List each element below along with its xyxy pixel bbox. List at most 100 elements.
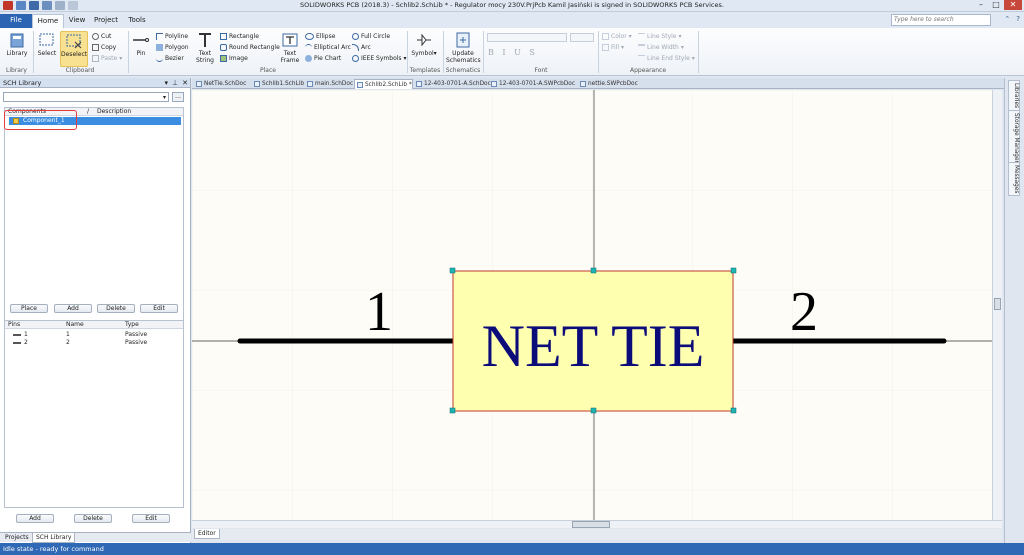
polygon-button[interactable]: Polygon [156,43,189,52]
doc-tab[interactable]: 12-403-0701-A.SWPcbDoc [489,79,575,89]
full-circle-button[interactable]: Full Circle [352,32,390,41]
minimize-icon[interactable]: – [974,0,988,10]
doc-tab[interactable]: nettie.SWPcbDoc [578,79,638,89]
arc-button[interactable]: Arc [352,43,371,52]
window-title: SOLIDWORKS PCB (2018.3) - Schlib2.SchLib… [300,1,724,9]
collapse-ribbon-icon[interactable]: ⌃ [1004,15,1010,23]
line-width-button[interactable]: Line Width ▾ [638,43,684,52]
file-tab[interactable]: File [0,14,32,28]
add-component-button[interactable]: Add [54,304,92,313]
pin-panel-icon[interactable]: ⊥ [172,78,178,88]
library-button[interactable]: Library [4,31,30,67]
line-end-style-button[interactable]: Line End Style ▾ [638,54,695,63]
chevron-down-icon: ▾ [680,44,684,51]
bezier-button[interactable]: Bezier [156,54,184,63]
selection-handle[interactable] [590,267,597,274]
close-icon[interactable]: ✕ [1004,0,1022,10]
rectangle-button[interactable]: Rectangle [220,32,259,41]
ellipse-button[interactable]: Ellipse [305,32,335,41]
selection-handle[interactable] [730,407,737,414]
side-tab-libraries[interactable]: Libraries [1008,80,1020,112]
doc-tab[interactable]: Schlib1.SchLib [252,79,304,89]
chevron-down-icon[interactable]: ▾ [163,93,166,102]
delete-component-button[interactable]: Delete [97,304,135,313]
pins-list[interactable]: Pins Name Type 1 1 Passive 2 2 Passive [4,320,184,508]
paste-button[interactable]: Paste ▾ [92,54,122,63]
filter-options-button[interactable]: … [172,92,184,102]
pin-button[interactable]: Pin [132,31,150,67]
text-frame-button[interactable]: Text Frame [280,31,300,67]
image-button[interactable]: Image [220,54,248,63]
selection-handle[interactable] [590,407,597,414]
select-button[interactable]: Select [36,31,58,67]
font-style-buttons[interactable]: B I U S [488,48,538,57]
doc-tab-active[interactable]: Schlib2.SchLib * [354,79,413,89]
symbol-button[interactable]: Symbol▾ [411,31,437,67]
title-bar: SOLIDWORKS PCB (2018.3) - Schlib2.SchLib… [0,0,1024,12]
pie-chart-button[interactable]: Pie Chart [305,54,341,63]
component-filter-input[interactable]: ▾ [3,92,169,102]
side-tab-storage-manager[interactable]: Storage Manager [1008,110,1020,166]
rectangle-icon [220,33,227,40]
horizontal-scrollbar[interactable] [192,520,1002,528]
doc-tab[interactable]: main.SchDoc [305,79,353,89]
full-circle-icon [352,33,359,40]
ribbon-separator [698,31,699,73]
polygon-icon [156,44,163,51]
close-panel-icon[interactable]: ✕ [182,78,188,88]
edit-component-button[interactable]: Edit [140,304,178,313]
editor-tab-bar: Editor [192,529,1002,540]
round-rectangle-button[interactable]: Round Rectangle [220,43,280,52]
tab-sch-library[interactable]: SCH Library [32,533,76,543]
scroll-thumb[interactable] [572,521,610,528]
name-column-header[interactable]: Name [66,321,84,329]
table-row[interactable]: 2 2 Passive [5,339,183,347]
place-button[interactable]: Place [10,304,48,313]
add-pin-button[interactable]: Add [16,514,54,523]
copy-button[interactable]: Copy [92,43,116,52]
type-column-header[interactable]: Type [125,321,139,329]
schematic-canvas[interactable]: NET TIE 1 2 [192,90,992,520]
bezier-icon [156,55,163,62]
text-string-button[interactable]: Text String [194,31,216,67]
table-row[interactable]: 1 1 Passive [5,331,183,339]
select-icon [39,33,54,46]
line-style-button[interactable]: Line Style ▾ [638,32,682,41]
help-icon[interactable]: ? [1016,15,1020,23]
description-column-header[interactable]: Description [97,108,131,116]
panel-menu-icon[interactable]: ▾ [165,78,169,88]
elliptical-arc-button[interactable]: Elliptical Arc [305,43,351,52]
view-tab[interactable]: View [66,14,88,28]
delete-pin-button[interactable]: Delete [74,514,112,523]
maximize-icon[interactable]: □ [989,0,1003,10]
side-tab-messages[interactable]: Messages [1008,162,1020,197]
selection-handle[interactable] [449,267,456,274]
selection-handle[interactable] [449,407,456,414]
tab-projects[interactable]: Projects [2,533,32,543]
cut-button[interactable]: Cut [92,32,111,41]
schematic-drawing: NET TIE 1 2 [192,90,992,520]
search-input[interactable]: Type here to search [891,14,991,26]
tab-editor[interactable]: Editor [194,529,220,539]
home-tab[interactable]: Home [32,14,64,28]
ieee-symbols-button[interactable]: IEEE Symbols ▾ [352,54,407,63]
fill-button[interactable]: Fill ▾ [602,43,624,52]
color-button[interactable]: Color ▾ [602,32,632,41]
polyline-button[interactable]: Polyline [156,32,188,41]
font-name-select[interactable] [487,33,567,42]
pins-column-header[interactable]: Pins [8,321,20,329]
edit-pin-button[interactable]: Edit [132,514,170,523]
library-doc-icon [357,82,363,88]
deselect-button[interactable]: Deselect [60,31,88,67]
chevron-down-icon: ▾ [119,55,123,62]
tools-tab[interactable]: Tools [124,14,150,28]
doc-tab[interactable]: 12-403-0701-A.SchDoc [414,79,491,89]
line-end-style-icon [638,55,645,62]
selection-handle[interactable] [730,267,737,274]
update-schematics-button[interactable]: Update Schematics [446,31,481,67]
scroll-thumb[interactable] [994,298,1001,310]
doc-tab[interactable]: NetTie.SchDoc [194,79,246,89]
vertical-scrollbar[interactable] [992,90,1002,520]
font-size-select[interactable] [570,33,594,42]
project-tab[interactable]: Project [90,14,122,28]
